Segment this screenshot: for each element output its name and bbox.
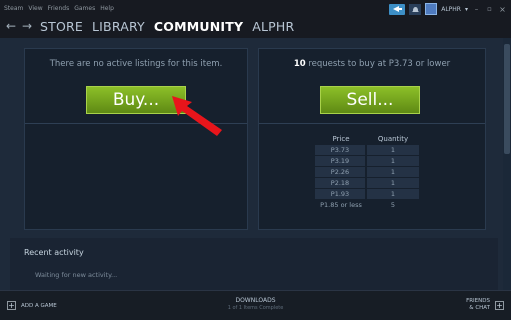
scrollbar-thumb[interactable] (504, 44, 510, 154)
friends-chat-button[interactable]: FRIENDS & CHAT + (466, 298, 504, 312)
menu-friends[interactable]: Friends (48, 5, 70, 12)
table-row: P1.93 1 (315, 189, 419, 199)
quantity-cell: 1 (367, 167, 419, 177)
window-controls: ALPHR ▾ – ▫ × (389, 3, 507, 15)
quantity-cell: 1 (367, 189, 419, 199)
menu-games[interactable]: Games (74, 5, 95, 12)
waiting-message: Waiting for new activity... (35, 271, 118, 279)
table-row: P1.85 or less 5 (315, 200, 419, 210)
market-content: There are no active listings for this it… (0, 38, 511, 290)
menu-steam[interactable]: Steam (4, 5, 23, 12)
table-row: P2.18 1 (315, 178, 419, 188)
friends-label: FRIENDS (466, 298, 490, 304)
bell-icon[interactable] (409, 3, 422, 15)
table-row: P3.73 1 (315, 145, 419, 155)
quantity-cell: 1 (367, 156, 419, 166)
price-cell: P1.85 or less (320, 201, 362, 209)
quantity-cell: 1 (367, 178, 419, 188)
nav-store[interactable]: STORE (40, 19, 83, 34)
close-icon[interactable]: × (498, 5, 507, 14)
downloads-status[interactable]: DOWNLOADS 1 of 1 Items Complete (0, 297, 511, 311)
requests-text: requests to buy at P3.73 or lower (305, 59, 451, 69)
buy-panel: There are no active listings for this it… (24, 48, 248, 230)
menu-help[interactable]: Help (100, 5, 114, 12)
nav-community[interactable]: COMMUNITY (154, 19, 243, 34)
sell-panel: 10 requests to buy at P3.73 or lower Sel… (258, 48, 486, 230)
bottom-bar: + ADD A GAME DOWNLOADS 1 of 1 Items Comp… (0, 290, 511, 320)
back-arrow-icon[interactable]: ← (6, 19, 16, 33)
friends-chat-label: FRIENDS & CHAT (466, 298, 490, 312)
forward-arrow-icon[interactable]: → (22, 19, 32, 33)
minimize-icon[interactable]: – (472, 5, 481, 14)
recent-activity-title: Recent activity (24, 248, 84, 257)
menu-items: Steam View Friends Games Help (4, 5, 114, 12)
price-cell: P2.18 (315, 178, 367, 188)
sell-section: 10 requests to buy at P3.73 or lower Sel… (259, 49, 485, 124)
downloads-label: DOWNLOADS (235, 297, 276, 304)
price-cell: P3.73 (315, 145, 367, 155)
maximize-icon[interactable]: ▫ (485, 5, 494, 14)
account-name[interactable]: ALPHR (441, 6, 461, 13)
requests-count: 10 (293, 59, 306, 69)
buy-button[interactable]: Buy... (86, 86, 186, 114)
broadcast-icon[interactable] (389, 3, 406, 15)
sell-button[interactable]: Sell... (320, 86, 420, 114)
quantity-cell: 5 (390, 201, 396, 209)
nav-bar: ← → STORE LIBRARY COMMUNITY ALPHR (0, 16, 511, 38)
price-cell: P1.93 (315, 189, 367, 199)
red-arrow-annotation (172, 96, 222, 136)
downloads-progress-text: 1 of 1 Items Complete (227, 305, 284, 311)
avatar[interactable] (425, 3, 438, 15)
table-row: P2.26 1 (315, 167, 419, 177)
nav-library[interactable]: LIBRARY (92, 19, 145, 34)
nav-links: STORE LIBRARY COMMUNITY ALPHR (40, 19, 294, 34)
recent-activity-panel: Recent activity Waiting for new activity… (10, 238, 498, 290)
quantity-header: Quantity (377, 135, 409, 143)
price-cell: P3.19 (315, 156, 367, 166)
price-header: Price (332, 135, 350, 143)
quantity-cell: 1 (367, 145, 419, 155)
menu-view[interactable]: View (28, 5, 42, 12)
price-cell: P2.26 (315, 167, 367, 177)
table-row: P3.19 1 (315, 156, 419, 166)
nav-profile[interactable]: ALPHR (252, 19, 294, 34)
buy-orders-table: Price Quantity P3.73 1 P3.19 1 P2.26 1 P… (315, 133, 419, 211)
chevron-down-icon[interactable]: ▾ (465, 6, 468, 13)
friends-plus-icon: + (495, 300, 504, 310)
no-listings-message: There are no active listings for this it… (49, 59, 223, 69)
table-header: Price Quantity (315, 134, 419, 144)
buy-requests-summary: 10 requests to buy at P3.73 or lower (259, 59, 485, 69)
chat-label: & CHAT (469, 305, 490, 311)
